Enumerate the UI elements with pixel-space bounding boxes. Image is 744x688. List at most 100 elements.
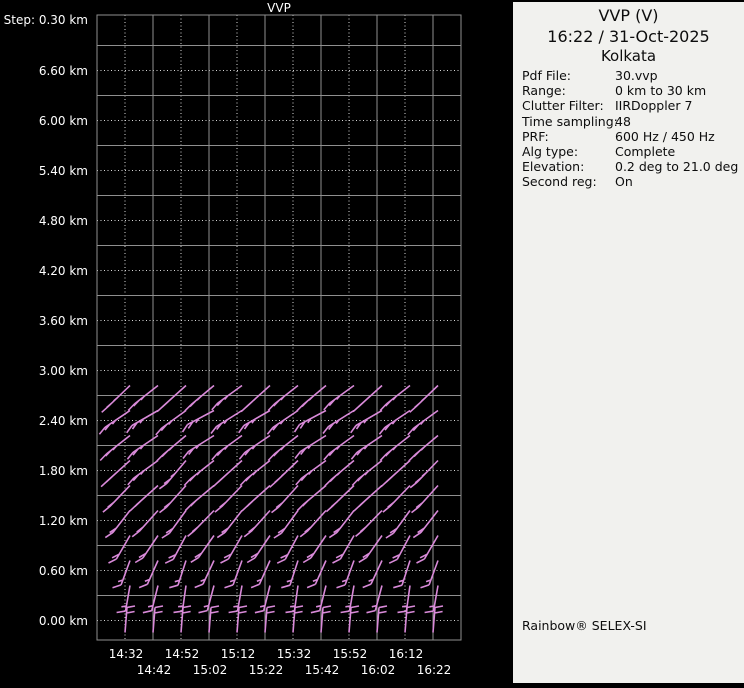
wind-barb [328,510,355,539]
wind-barb [424,585,439,614]
info-panel: VVP (V) 16:22 / 31-Oct-2025 Kolkata Pdf … [513,2,744,683]
param-value: IIRDoppler 7 [615,98,693,114]
wind-barb [250,560,271,589]
wind-barb [273,510,299,539]
vvp-application-window: { "left_panel": { "title": "VVP", "step_… [0,0,744,688]
wind-barb [169,560,187,589]
wind-barb [239,459,271,487]
x-axis-time-label: 15:02 [192,663,228,677]
x-axis-time-label: 15:12 [220,647,256,661]
wind-barb [194,560,215,589]
vvp-chart-panel: VVP Step: 0.30 km 6.60 km 6.00 km 5.40 km 4… [0,0,513,688]
x-axis-time-label: 16:02 [360,663,396,677]
wind-barb [190,535,215,563]
x-axis-time-label: 16:12 [388,647,424,661]
wind-barb [155,409,187,436]
wind-barb [212,459,243,488]
y-axis-label: 0.60 km [38,563,88,578]
product-parameters: Pdf File: 30.vvp Range: 0 km to 30 km Cl… [513,68,744,190]
param-label: PRF: [522,128,549,144]
wind-barb [129,484,159,512]
y-axis-label: 4.80 km [38,213,88,228]
wind-barb [180,605,192,633]
wind-barb [379,384,411,412]
wind-barb [156,434,187,462]
wind-barb [220,535,243,564]
wind-barb [214,484,243,513]
wind-barb [296,484,327,512]
param-label: Pdf File: [522,68,571,83]
wind-barb [216,510,243,539]
wind-barb [267,434,299,462]
x-axis-time-label: 14:32 [108,647,144,661]
wind-barb [276,535,299,564]
y-axis-label: 3.00 km [38,363,88,378]
x-axis-time-label: 14:52 [164,647,200,661]
wind-barb [404,605,416,633]
wind-barb [292,605,304,633]
wind-barb [224,560,243,589]
wind-barb [378,409,411,435]
wind-barb [332,535,355,564]
x-axis-time-label: 15:52 [332,647,368,661]
wind-barb [323,384,355,411]
wind-barb [352,384,383,413]
wind-barb [124,605,136,633]
wind-barb [173,585,187,614]
wind-barb [296,384,327,412]
param-value: 0 km to 30 km [615,83,707,99]
wind-barb [269,459,299,488]
wind-barb [348,605,360,633]
wind-barb [299,509,327,538]
wind-barb [397,585,411,614]
wind-barb [208,605,220,633]
wind-barb [164,535,187,564]
wind-barb [409,384,439,413]
x-axis-time-label: 15:32 [276,647,312,661]
param-value: 48 [615,113,631,129]
wind-barb [324,459,355,487]
wind-barb [380,459,411,488]
wind-barb [127,384,159,412]
wind-barb [187,509,215,538]
wind-barb [267,384,299,412]
wind-barb [184,484,215,512]
y-axis-label: 2.40 km [38,413,88,428]
param-label: Elevation: [522,159,585,175]
wind-barb [99,434,131,462]
y-axis-label: 6.60 km [38,63,88,78]
product-title: VVP (V) [598,6,659,25]
info-row-second-reg: Second reg: On [513,174,744,189]
wind-barb [211,384,243,411]
wind-barb [246,535,271,564]
wind-barb [152,605,164,633]
wind-barb [131,509,159,538]
wind-barb [432,605,444,633]
wind-barb [353,484,383,512]
x-axis-time-label: 15:42 [304,663,340,677]
param-label: Time sampling: [522,113,618,129]
wind-barb [159,484,187,514]
param-value: 600 Hz / 450 Hz [615,128,715,144]
info-row-prf: PRF: 600 Hz / 450 Hz [513,129,744,144]
param-value: 30.vvp [615,68,658,83]
wind-barb [382,484,411,513]
y-axis-label: 6.00 km [38,113,88,128]
wind-barb [241,484,271,512]
wind-barb [388,535,411,564]
param-label: Alg type: [522,143,579,159]
wind-barb [254,585,271,614]
wind-barb [98,409,131,435]
wind-barb [236,605,248,633]
wind-barb [325,484,355,513]
wind-barb [393,560,411,589]
wind-barb [379,434,411,462]
wind-barb [108,535,131,564]
wind-barb [281,560,299,589]
wind-barb [228,585,243,614]
wind-barb [285,585,299,614]
wind-barb [243,509,271,538]
wind-barb [240,384,271,413]
wind-barb [266,409,299,435]
x-axis-time-label: 14:42 [136,663,172,677]
